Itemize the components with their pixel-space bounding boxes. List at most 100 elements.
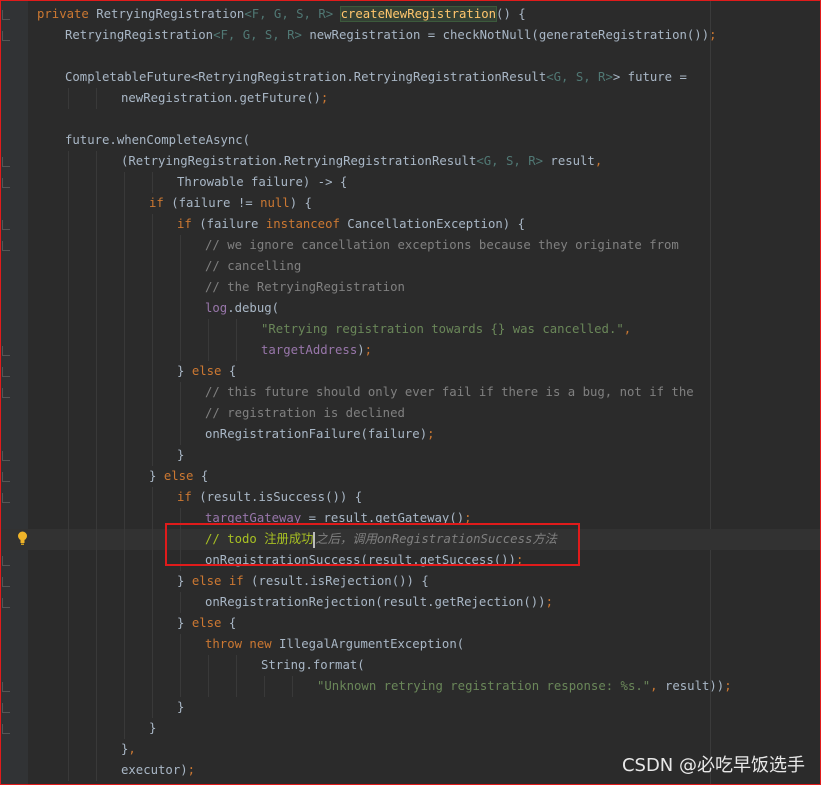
indent-guide — [68, 697, 69, 718]
keyword: if — [177, 490, 200, 504]
string-literal: "Retrying registration towards {} was ca… — [261, 322, 624, 336]
code-line[interactable]: if (failure instanceof CancellationExcep… — [0, 214, 821, 235]
fold-marker-icon[interactable] — [2, 220, 10, 230]
indent-guide — [96, 613, 97, 634]
code-text: onRegistrationRejection(result.getReject… — [205, 595, 546, 609]
fold-marker-icon[interactable] — [2, 367, 10, 377]
indent-guide — [124, 361, 125, 382]
code-text: (failure != — [171, 196, 261, 210]
indent-guide — [96, 88, 97, 109]
fold-marker-icon[interactable] — [2, 724, 10, 734]
code-line[interactable]: } else { — [0, 466, 821, 487]
code-line[interactable]: "Retrying registration towards {} was ca… — [0, 319, 821, 340]
indent-guide — [68, 592, 69, 613]
indent-guide — [124, 655, 125, 676]
code-line[interactable]: onRegistrationFailure(failure); — [0, 424, 821, 445]
indent-guide — [180, 592, 181, 613]
code-text: { — [228, 616, 237, 630]
code-line[interactable]: if (failure != null) { — [0, 193, 821, 214]
fold-marker-icon[interactable] — [2, 598, 10, 608]
code-line[interactable]: "Unknown retrying registration response:… — [0, 676, 821, 697]
code-line[interactable]: private RetryingRegistration<F, G, S, R>… — [0, 4, 821, 25]
fold-marker-icon[interactable] — [2, 157, 10, 167]
code-content: (RetryingRegistration.RetryingRegistrati… — [121, 151, 602, 172]
code-line[interactable]: future.whenCompleteAsync( — [0, 130, 821, 151]
fold-marker-icon[interactable] — [2, 10, 10, 20]
code-line[interactable]: } else { — [0, 613, 821, 634]
fold-marker-icon[interactable] — [2, 241, 10, 251]
punctuation: , — [650, 679, 665, 693]
code-line[interactable]: String.format( — [0, 655, 821, 676]
code-line[interactable]: } — [0, 697, 821, 718]
code-line[interactable]: Throwable failure) -> { — [0, 172, 821, 193]
code-line[interactable]: newRegistration.getFuture(); — [0, 88, 821, 109]
code-content: Throwable failure) -> { — [177, 172, 347, 193]
indent-guide — [96, 382, 97, 403]
code-line[interactable] — [0, 46, 821, 67]
code-line[interactable]: } else if (result.isRejection()) { — [0, 571, 821, 592]
indent-guide — [152, 529, 153, 550]
code-text: String. — [261, 658, 313, 672]
indent-guide — [124, 277, 125, 298]
string-literal: "Unknown retrying registration response:… — [317, 679, 651, 693]
code-content: } else { — [149, 466, 208, 487]
fold-marker-icon[interactable] — [2, 682, 10, 692]
code-line[interactable] — [0, 109, 821, 130]
code-line[interactable]: onRegistrationRejection(result.getReject… — [0, 592, 821, 613]
code-content: } else { — [177, 613, 236, 634]
indent-guide — [68, 550, 69, 571]
code-line[interactable]: (RetryingRegistration.RetryingRegistrati… — [0, 151, 821, 172]
code-line[interactable]: // registration is declined — [0, 403, 821, 424]
code-line[interactable]: // this future should only ever fail if … — [0, 382, 821, 403]
fold-marker-icon[interactable] — [2, 472, 10, 482]
code-line[interactable]: // we ignore cancellation exceptions bec… — [0, 235, 821, 256]
comment: // the RetryingRegistration — [205, 280, 405, 294]
fold-marker-icon[interactable] — [2, 556, 10, 566]
punctuation: , — [623, 322, 632, 336]
indent-guide — [124, 403, 125, 424]
code-text: (failure — [199, 217, 266, 231]
fold-marker-icon[interactable] — [2, 577, 10, 587]
code-line[interactable]: // the RetryingRegistration — [0, 277, 821, 298]
punctuation: ; — [427, 427, 435, 441]
indent-guide — [68, 193, 69, 214]
lightbulb-icon[interactable] — [17, 531, 28, 545]
indent-guide — [152, 487, 153, 508]
indent-guide — [152, 256, 153, 277]
indent-guide — [68, 466, 69, 487]
code-content: "Retrying registration towards {} was ca… — [261, 319, 631, 340]
indent-guide — [124, 382, 125, 403]
fold-marker-icon[interactable] — [2, 178, 10, 188]
code-text: } — [177, 364, 192, 378]
code-text: } — [177, 448, 185, 462]
code-line[interactable]: } — [0, 445, 821, 466]
indent-guide — [124, 340, 125, 361]
code-line[interactable]: RetryingRegistration<F, G, S, R> newRegi… — [0, 25, 821, 46]
code-content: // the RetryingRegistration — [205, 277, 405, 298]
indent-guide — [68, 739, 69, 760]
indent-guide — [124, 172, 125, 193]
code-line[interactable]: throw new IllegalArgumentException( — [0, 634, 821, 655]
code-text: result — [543, 154, 595, 168]
code-line[interactable]: CompletableFuture<RetryingRegistration.R… — [0, 67, 821, 88]
fold-marker-icon[interactable] — [2, 703, 10, 713]
indent-guide — [96, 235, 97, 256]
code-text: ) — [357, 343, 365, 357]
fold-marker-icon[interactable] — [2, 451, 10, 461]
indent-guide — [96, 529, 97, 550]
indent-guide — [180, 277, 181, 298]
fold-marker-icon[interactable] — [2, 346, 10, 356]
indent-guide — [180, 319, 181, 340]
code-line[interactable]: if (result.isSuccess()) { — [0, 487, 821, 508]
fold-marker-icon[interactable] — [2, 388, 10, 398]
indent-guide — [236, 319, 237, 340]
fold-marker-icon[interactable] — [2, 31, 10, 41]
fold-marker-icon[interactable] — [2, 493, 10, 503]
code-content: log.debug( — [205, 298, 279, 319]
code-line[interactable]: log.debug( — [0, 298, 821, 319]
indent-guide — [124, 550, 125, 571]
code-line[interactable]: // cancelling — [0, 256, 821, 277]
code-line[interactable]: targetAddress); — [0, 340, 821, 361]
code-line[interactable]: } — [0, 718, 821, 739]
code-line[interactable]: } else { — [0, 361, 821, 382]
